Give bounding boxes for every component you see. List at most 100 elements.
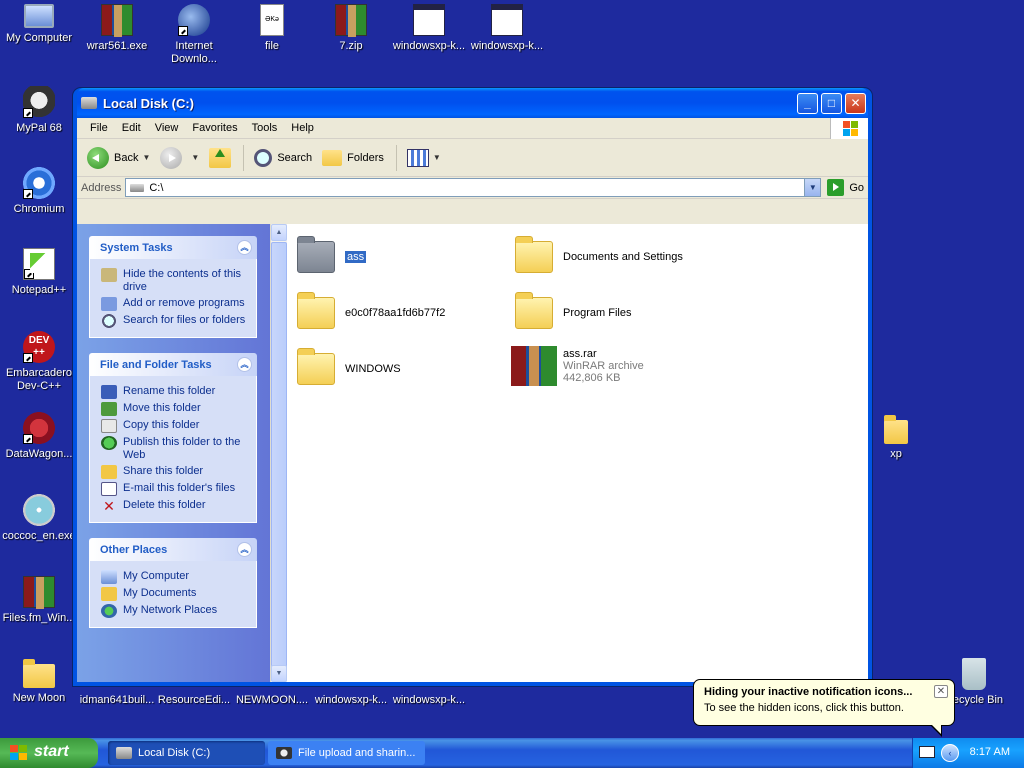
move-icon	[101, 402, 117, 416]
menu-bar: File Edit View Favorites Tools Help	[77, 118, 868, 139]
shortcut-arrow-icon	[24, 269, 34, 279]
file-folder-tasks-group: File and Folder Tasks ︽ Rename this fold…	[89, 353, 257, 523]
menu-favorites[interactable]: Favorites	[185, 122, 244, 134]
desktop-icon-my-computer[interactable]: My Computer	[0, 4, 78, 45]
winrar-archive-icon	[511, 346, 557, 386]
task-share-folder[interactable]: Share this folder	[101, 465, 248, 479]
balloon-tail	[930, 724, 942, 737]
winrar-icon	[23, 576, 55, 609]
minimize-button[interactable]: _	[797, 93, 818, 114]
title-bar[interactable]: Local Disk (C:) _ □ ✕	[77, 88, 868, 118]
file-item-ass-folder[interactable]: ass	[297, 236, 368, 273]
file-item-windows-folder[interactable]: WINDOWS	[297, 348, 401, 385]
up-folder-icon	[209, 147, 232, 168]
winrar-icon	[335, 4, 367, 37]
drive-icon	[116, 747, 132, 759]
desktop-icon-devcpp[interactable]: DEV ++ Embarcadero Dev-C++	[0, 331, 78, 393]
balloon-close-button[interactable]: ✕	[934, 685, 948, 698]
clock[interactable]: 8:17 AM	[970, 746, 1010, 758]
system-tasks-group: System Tasks ︽ Hide the contents of this…	[89, 236, 257, 338]
menu-file[interactable]: File	[83, 122, 115, 134]
task-hide-drive-contents[interactable]: Hide the contents of this drive	[101, 268, 248, 294]
file-item-documents-and-settings[interactable]: Documents and Settings	[515, 236, 683, 273]
file-folder-tasks-header[interactable]: File and Folder Tasks ︽	[89, 353, 257, 376]
place-my-documents[interactable]: My Documents	[101, 587, 248, 601]
keyboard-icon[interactable]	[919, 746, 935, 758]
file-item-e0c0-folder[interactable]: e0c0f78aa1fd6b77f2	[297, 292, 445, 329]
desktop-icon-windowsxp-2[interactable]: windowsxp-k...	[468, 4, 546, 53]
system-tasks-header[interactable]: System Tasks ︽	[89, 236, 257, 259]
desktop-icon-file[interactable]: ƏKə file	[233, 4, 311, 53]
start-button[interactable]: start	[0, 738, 98, 768]
forward-button[interactable]: ▼	[156, 145, 203, 171]
task-publish-web[interactable]: Publish this folder to the Web	[101, 436, 248, 462]
balloon-title: Hiding your inactive notification icons.…	[704, 686, 913, 698]
back-button[interactable]: Back ▼	[83, 145, 154, 171]
close-button[interactable]: ✕	[845, 93, 866, 114]
address-dropdown-button[interactable]: ▼	[804, 179, 821, 196]
menu-edit[interactable]: Edit	[115, 122, 148, 134]
task-copy-folder[interactable]: Copy this folder	[101, 419, 248, 433]
menu-view[interactable]: View	[148, 122, 186, 134]
task-add-remove-programs[interactable]: Add or remove programs	[101, 297, 248, 311]
hide-contents-icon	[101, 268, 117, 282]
installer-icon	[23, 494, 55, 526]
desktop-icon-filesfm[interactable]: Files.fm_Win...	[0, 576, 78, 625]
task-search-files[interactable]: Search for files or folders	[101, 314, 248, 328]
collapse-icon[interactable]: ︽	[237, 357, 252, 372]
desktop-icon-internet-download[interactable]: Internet Downlo...	[155, 4, 233, 66]
scroll-down-arrow-icon[interactable]: ▼	[271, 665, 287, 682]
collapse-icon[interactable]: ︽	[237, 542, 252, 557]
computer-icon	[101, 570, 117, 584]
menu-help[interactable]: Help	[284, 122, 321, 134]
file-item-program-files[interactable]: Program Files	[515, 292, 631, 329]
desktop-icon-idman[interactable]: idman641buil...	[78, 694, 156, 707]
explorer-window: Local Disk (C:) _ □ ✕ File Edit View Fav…	[73, 88, 872, 686]
dev-cpp-icon: DEV ++	[23, 331, 55, 363]
taskbar-item-file-upload[interactable]: File upload and sharin...	[268, 741, 425, 765]
desktop-icon-windowsxp-4[interactable]: windowsxp-k...	[390, 694, 468, 707]
task-pane-scrollbar[interactable]: ▲ ▼	[270, 224, 287, 682]
show-hidden-icons-button[interactable]: ‹	[941, 744, 959, 762]
go-button[interactable]: Go	[827, 179, 864, 196]
desktop-icon-7zip[interactable]: 7.zip	[312, 4, 390, 53]
file-item-ass-rar[interactable]: ass.rar WinRAR archive 442,806 KB	[511, 346, 644, 386]
collapse-icon[interactable]: ︽	[237, 240, 252, 255]
desktop-icon-wrar[interactable]: wrar561.exe	[78, 4, 156, 53]
search-button[interactable]: Search	[250, 147, 316, 169]
folder-icon	[515, 236, 553, 273]
toolbar-separator	[243, 144, 245, 171]
mypal-icon	[23, 86, 55, 118]
views-button[interactable]: ▼	[403, 147, 445, 169]
task-rename-folder[interactable]: Rename this folder	[101, 385, 248, 399]
chevron-down-icon[interactable]: ▼	[191, 153, 199, 162]
desktop-icon-windowsxp-3[interactable]: windowsxp-k...	[312, 694, 390, 707]
place-my-network-places[interactable]: My Network Places	[101, 604, 248, 618]
place-my-computer[interactable]: My Computer	[101, 570, 248, 584]
up-folder-button[interactable]	[205, 146, 235, 170]
taskbar-item-local-disk[interactable]: Local Disk (C:)	[108, 741, 265, 765]
scroll-up-arrow-icon[interactable]: ▲	[271, 224, 287, 241]
maximize-button[interactable]: □	[821, 93, 842, 114]
notification-balloon[interactable]: Hiding your inactive notification icons.…	[693, 679, 955, 737]
desktop-icon-chromium[interactable]: Chromium	[0, 167, 78, 216]
folder-icon	[23, 659, 55, 688]
scrollbar-thumb[interactable]	[271, 242, 287, 672]
desktop-icon-windowsxp-1[interactable]: windowsxp-k...	[390, 4, 468, 53]
task-email-files[interactable]: E-mail this folder's files	[101, 482, 248, 496]
folders-button[interactable]: Folders	[318, 148, 388, 168]
desktop-icon-resourceeditor[interactable]: ResourceEdi...	[155, 694, 233, 707]
desktop-icon-datawagon[interactable]: DataWagon...	[0, 412, 78, 461]
desktop-icon-mypal[interactable]: MyPal 68	[0, 86, 78, 135]
desktop-icon-newmoon-2[interactable]: NEWMOON....	[233, 694, 311, 707]
menu-tools[interactable]: Tools	[245, 122, 285, 134]
other-places-header[interactable]: Other Places ︽	[89, 538, 257, 561]
other-places-group: Other Places ︽ My Computer My Documents …	[89, 538, 257, 628]
task-move-folder[interactable]: Move this folder	[101, 402, 248, 416]
desktop-icon-coccoc[interactable]: coccoc_en.exe	[0, 494, 78, 543]
desktop-icon-newmoon[interactable]: New Moon	[0, 658, 78, 705]
task-delete-folder[interactable]: ✕ Delete this folder	[101, 499, 248, 513]
chevron-down-icon[interactable]: ▼	[142, 153, 150, 162]
address-input[interactable]: C:\ ▼	[125, 178, 822, 197]
desktop-icon-notepadpp[interactable]: Notepad++	[0, 248, 78, 297]
